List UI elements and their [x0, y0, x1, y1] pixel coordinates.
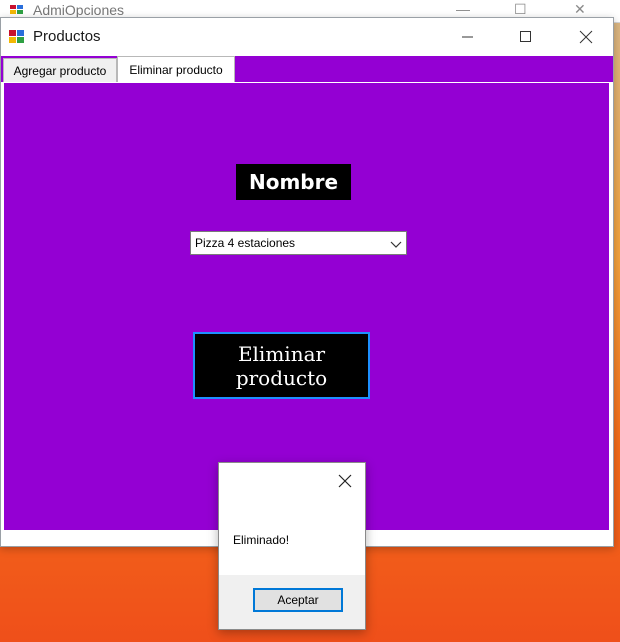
maximize-icon: ☐ — [514, 1, 527, 17]
dialog-message: Eliminado! — [233, 533, 290, 547]
dialog-close-button[interactable] — [337, 473, 353, 489]
dialog-footer: Aceptar — [219, 575, 365, 629]
maximize-icon — [520, 31, 531, 42]
maximize-button[interactable] — [503, 18, 549, 56]
close-icon: ✕ — [574, 1, 586, 17]
close-icon — [338, 474, 352, 488]
app-icon — [10, 5, 23, 14]
product-select[interactable]: Pizza 4 estaciones — [190, 231, 407, 255]
titlebar: Productos — [1, 18, 613, 56]
product-select-value: Pizza 4 estaciones — [195, 236, 296, 250]
chevron-down-icon — [390, 241, 402, 248]
tab-strip: Agregar producto Eliminar producto — [1, 56, 613, 82]
delete-product-button[interactable]: Eliminar producto — [193, 332, 370, 399]
minimize-icon: — — [456, 1, 470, 17]
nombre-label: Nombre — [236, 164, 351, 200]
tab-agregar-producto[interactable]: Agregar producto — [3, 58, 117, 82]
window-title: Productos — [33, 28, 101, 45]
close-icon — [579, 30, 593, 44]
ok-button[interactable]: Aceptar — [253, 588, 343, 612]
minimize-button[interactable] — [445, 18, 491, 56]
close-button[interactable] — [563, 18, 609, 56]
minimize-icon — [462, 36, 473, 38]
background-window-title: AdmiOpciones — [33, 2, 125, 18]
app-icon — [9, 30, 24, 43]
tab-eliminar-producto[interactable]: Eliminar producto — [117, 56, 235, 82]
message-dialog: Eliminado! Aceptar — [218, 462, 366, 630]
